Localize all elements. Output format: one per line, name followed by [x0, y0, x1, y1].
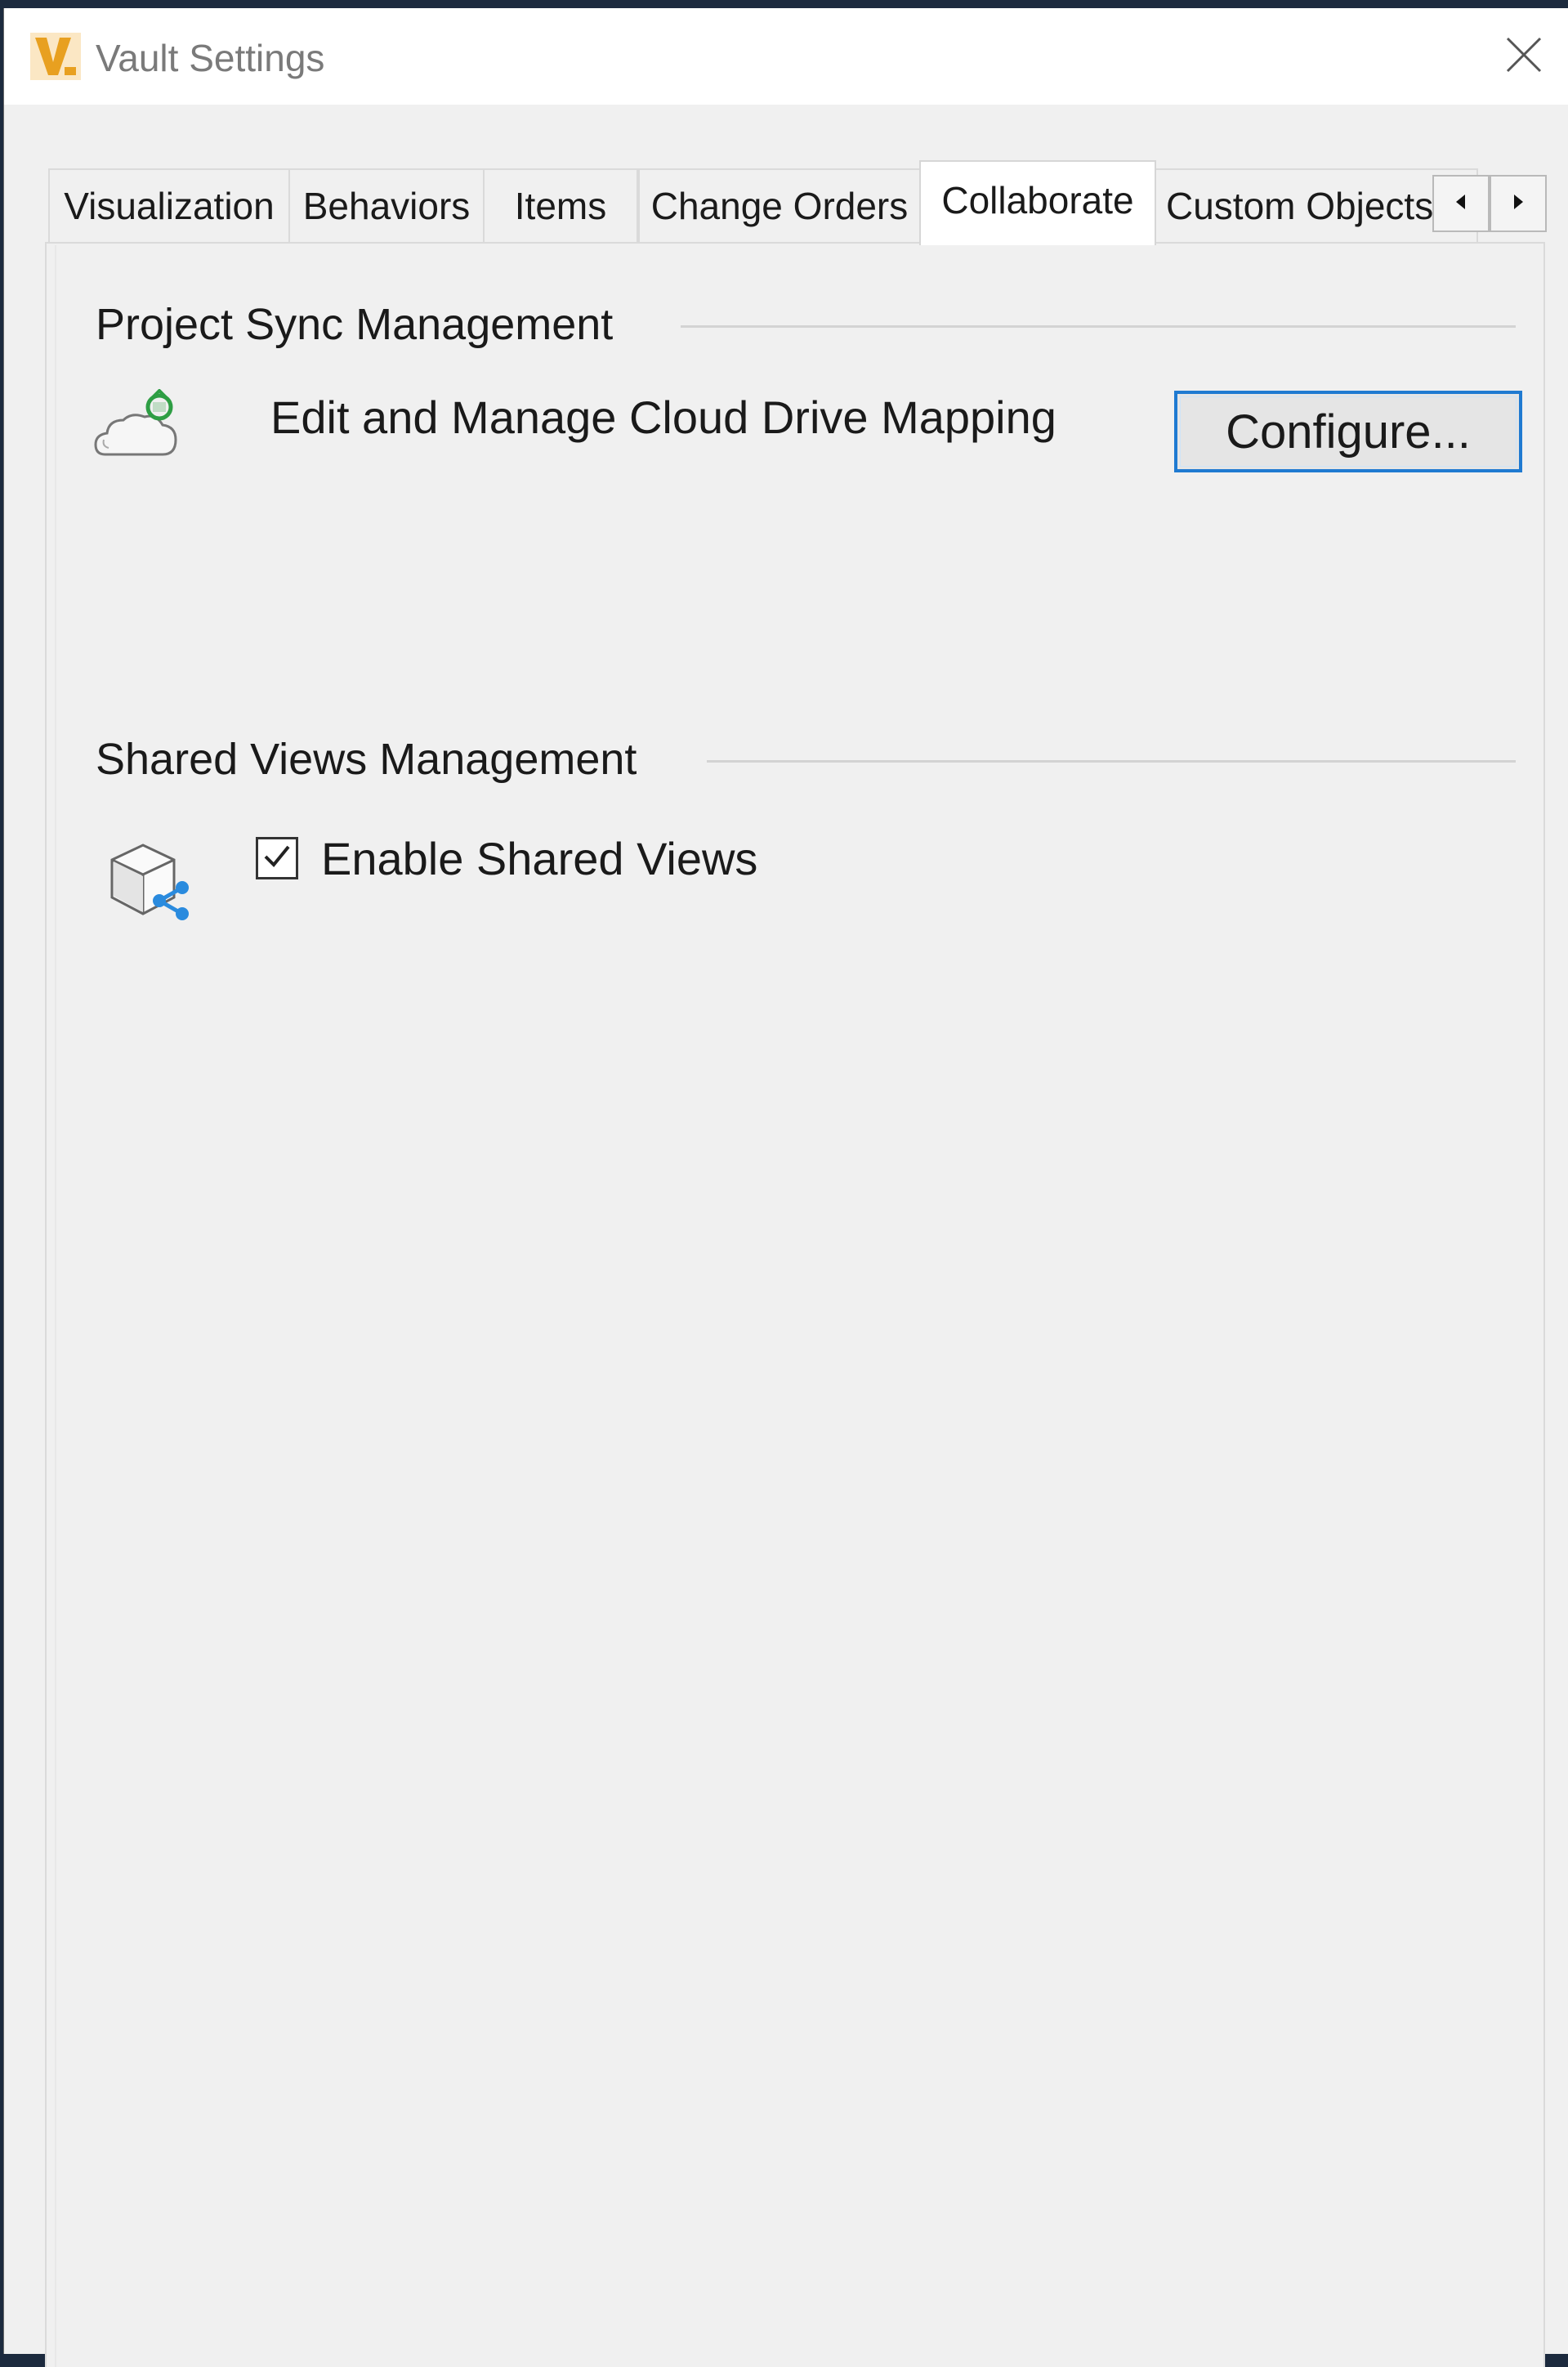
tab-behaviors[interactable]: Behaviors: [288, 168, 485, 242]
shared-views-cube-icon: [105, 839, 195, 924]
project-sync-divider: [681, 325, 1516, 328]
shared-views-section-title: Shared Views Management: [96, 735, 637, 784]
tab-scroll-left-button[interactable]: [1432, 175, 1490, 232]
enable-shared-views-label[interactable]: Enable Shared Views: [321, 832, 757, 885]
shared-views-divider: [707, 760, 1516, 763]
tab-custom-objects[interactable]: Custom Objects: [1155, 168, 1478, 242]
triangle-right-icon: [1510, 193, 1526, 215]
cloud-drive-mapping-label: Edit and Manage Cloud Drive Mapping: [270, 392, 1057, 443]
tab-collaborate[interactable]: Collaborate: [919, 160, 1156, 245]
tab-change-orders[interactable]: Change Orders: [638, 168, 921, 242]
triangle-left-icon: [1453, 193, 1469, 215]
panel-content: Project Sync Management Edit and Manage …: [55, 245, 1543, 2367]
cloud-sync-icon: [94, 388, 179, 464]
enable-shared-views-checkbox[interactable]: [256, 837, 298, 879]
tab-strip: Visualization Behaviors Items Change Ord…: [45, 160, 1547, 245]
window-title: Vault Settings: [96, 37, 325, 79]
project-sync-section-title: Project Sync Management: [96, 300, 614, 349]
checkmark-icon: [261, 840, 293, 877]
vault-settings-window: Vault Settings Visualization Behaviors I…: [3, 8, 1568, 2367]
configure-button[interactable]: Configure...: [1174, 391, 1522, 472]
tab-scroll-right-button[interactable]: [1490, 175, 1547, 232]
collaborate-panel: Project Sync Management Edit and Manage …: [45, 242, 1545, 2367]
vault-app-icon: [30, 33, 81, 80]
close-icon: [1504, 35, 1543, 78]
tab-items[interactable]: Items: [483, 168, 638, 242]
close-button[interactable]: [1479, 8, 1568, 105]
title-bar: Vault Settings: [4, 8, 1568, 105]
tab-visualization[interactable]: Visualization: [48, 168, 290, 242]
